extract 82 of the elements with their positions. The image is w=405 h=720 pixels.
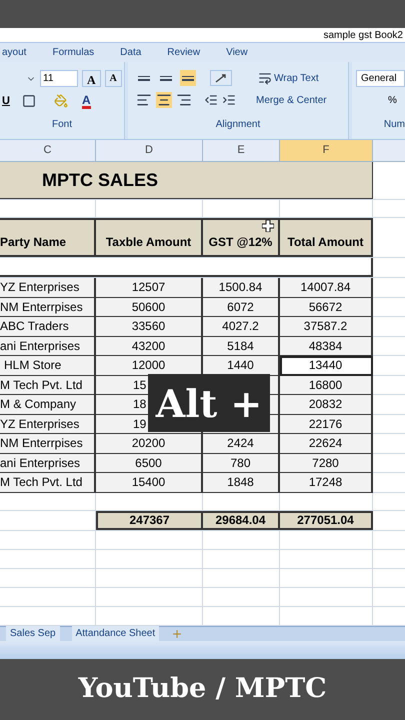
table-cell[interactable]: 22176	[280, 414, 373, 434]
table-cell: 1848	[203, 473, 280, 492]
header-cell: GST @12%	[203, 218, 280, 257]
table-cell: M Tech Pvt. Ltd	[0, 376, 96, 395]
sheet-title: MPTC SALES	[42, 168, 158, 192]
table-cell[interactable]: 7280	[280, 454, 373, 473]
number-format-field[interactable]: General	[356, 70, 405, 87]
sheet-tab[interactable]: Attandance Sheet	[72, 626, 160, 640]
table-cell: YZ Enterprises	[0, 414, 96, 434]
increase-indent-icon[interactable]	[222, 93, 236, 107]
table-cell: 6500	[96, 454, 203, 473]
cursor-icon	[262, 220, 274, 232]
percent-button[interactable]: %	[388, 93, 397, 108]
group-label: Num	[384, 119, 405, 130]
decrease-indent-icon[interactable]	[204, 93, 218, 107]
fill-color-icon[interactable]	[54, 94, 68, 108]
table-cell[interactable]: 22624	[280, 434, 373, 454]
table-cell[interactable]: 17248	[280, 473, 373, 492]
underline-button[interactable]: U	[2, 93, 10, 110]
group-label: Alignment	[216, 119, 260, 130]
table-cell: YZ Enterprises	[0, 278, 96, 298]
column-header[interactable]: D	[96, 140, 203, 161]
shrink-font-button[interactable]: A	[104, 70, 122, 87]
table-cell: 15400	[96, 473, 203, 492]
table-cell: 20200	[96, 434, 203, 454]
sheet-tab[interactable]: Sales Sep	[6, 626, 60, 640]
wrap-text-button[interactable]: Wrap Text	[274, 70, 319, 86]
table-cell: 43200	[96, 336, 203, 356]
table-cell[interactable]: 16800	[280, 376, 373, 395]
total-cell: 247367	[96, 510, 203, 530]
table-cell: 6072	[203, 298, 280, 317]
align-icon[interactable]	[176, 92, 192, 108]
table-cell: ani Enterprises	[0, 454, 96, 473]
table-cell: M Tech Pvt. Ltd	[0, 473, 96, 492]
table-cell: 1500.84	[203, 278, 280, 298]
table-cell[interactable]: 37587.2	[280, 317, 373, 336]
orientation-icon[interactable]	[210, 70, 232, 86]
header-cell: Taxble Amount	[96, 218, 203, 257]
vertical-align-icon[interactable]	[180, 70, 196, 86]
table-cell: 33560	[96, 317, 203, 336]
table-cell: ABC Traders	[0, 317, 96, 336]
ribbon-tab[interactable]: View	[226, 45, 248, 60]
table-cell: 4027.2	[203, 317, 280, 336]
overlay-caption: Alt +	[148, 374, 270, 432]
table-cell: 780	[203, 454, 280, 473]
borders-icon[interactable]	[22, 94, 36, 108]
table-cell: M & Company	[0, 395, 96, 414]
table-cell[interactable]: 13440	[280, 356, 373, 376]
table-cell: HLM Store	[0, 356, 96, 376]
ribbon-tab[interactable]: Data	[120, 45, 142, 60]
wrap-text-icon[interactable]	[258, 71, 272, 85]
font-size-field[interactable]: 11	[40, 70, 78, 87]
table-cell: 12000	[96, 356, 203, 376]
table-cell[interactable]: 14007.84	[280, 278, 373, 298]
table-cell: 5184	[203, 336, 280, 356]
column-header[interactable]: C	[0, 140, 96, 161]
group-label: Font	[52, 119, 72, 130]
table-cell: 1440	[203, 356, 280, 376]
ribbon-tab[interactable]: Formulas	[52, 45, 94, 60]
align-icon[interactable]	[136, 92, 152, 108]
total-cell: 29684.04	[203, 510, 280, 530]
table-cell: 50600	[96, 298, 203, 317]
window-title: sample gst Book2	[324, 28, 404, 42]
table-cell[interactable]: 48384	[280, 336, 373, 356]
total-cell: 277051.04	[280, 510, 373, 530]
table-cell: NM Enterrpises	[0, 434, 96, 454]
header-cell: Party Name	[0, 218, 96, 257]
table-cell: ani Enterprises	[0, 336, 96, 356]
header-cell: Total Amount	[280, 218, 373, 257]
align-icon[interactable]	[156, 92, 172, 108]
font-color-button[interactable]: A	[82, 94, 91, 109]
table-cell: 2424	[203, 434, 280, 454]
grow-font-button[interactable]: A	[82, 70, 101, 87]
caption: YouTube / MPTC	[78, 672, 327, 706]
ribbon-tab[interactable]: Review	[167, 45, 200, 60]
merge-center-button[interactable]: Merge & Center	[256, 92, 327, 108]
table-cell[interactable]: 56672	[280, 298, 373, 317]
ribbon-tab[interactable]: ayout	[2, 45, 26, 60]
table-cell[interactable]: 20832	[280, 395, 373, 414]
table-cell: NM Enterrpises	[0, 298, 96, 317]
column-header[interactable]: F	[280, 140, 373, 161]
table-cell: 12507	[96, 278, 203, 298]
